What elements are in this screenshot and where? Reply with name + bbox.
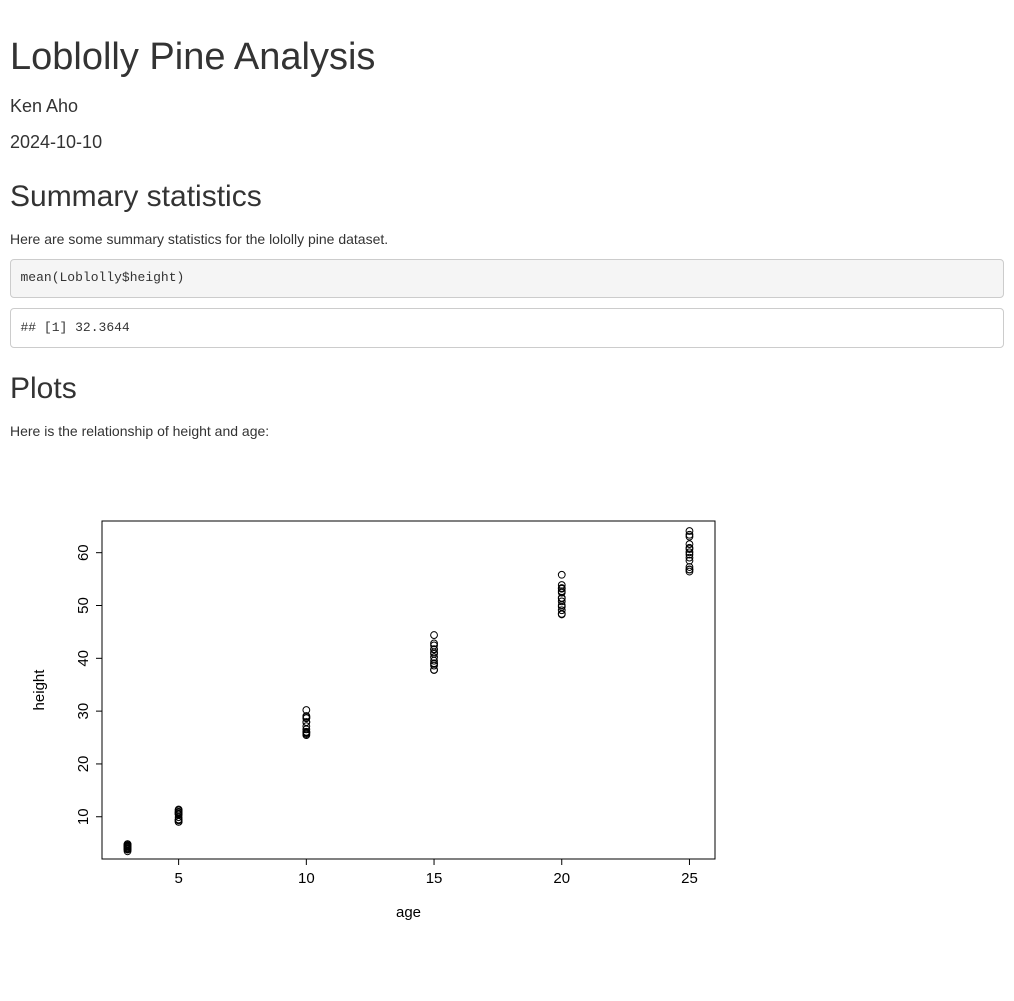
summary-intro-text: Here are some summary statistics for the… — [10, 229, 1004, 249]
plots-intro-text: Here is the relationship of height and a… — [10, 421, 1004, 441]
svg-text:15: 15 — [426, 870, 443, 887]
svg-text:10: 10 — [298, 870, 315, 887]
svg-text:20: 20 — [75, 755, 92, 772]
svg-text:5: 5 — [174, 870, 182, 887]
scatter-plot-height-vs-age: 5 10 15 20 25 age 10 20 30 40 50 60 height — [10, 451, 730, 971]
date-line: 2024-10-10 — [10, 130, 1004, 156]
page-title: Loblolly Pine Analysis — [10, 30, 1004, 84]
output-block-mean: ## [1] 32.3644 — [10, 308, 1004, 348]
section-heading-plots: Plots — [10, 368, 1004, 411]
svg-text:40: 40 — [75, 649, 92, 666]
svg-text:30: 30 — [75, 702, 92, 719]
svg-text:60: 60 — [75, 544, 92, 561]
svg-text:age: age — [396, 904, 421, 921]
svg-text:25: 25 — [681, 870, 698, 887]
svg-text:50: 50 — [75, 597, 92, 614]
svg-text:10: 10 — [75, 808, 92, 825]
code-block-mean: mean(Loblolly$height) — [10, 259, 1004, 299]
document-body: Loblolly Pine Analysis Ken Aho 2024-10-1… — [0, 0, 1014, 1001]
section-heading-summary: Summary statistics — [10, 176, 1004, 219]
svg-text:height: height — [31, 668, 48, 710]
scatter-plot-svg: 5 10 15 20 25 age 10 20 30 40 50 60 height — [10, 451, 730, 971]
svg-text:20: 20 — [553, 870, 570, 887]
author-line: Ken Aho — [10, 94, 1004, 120]
